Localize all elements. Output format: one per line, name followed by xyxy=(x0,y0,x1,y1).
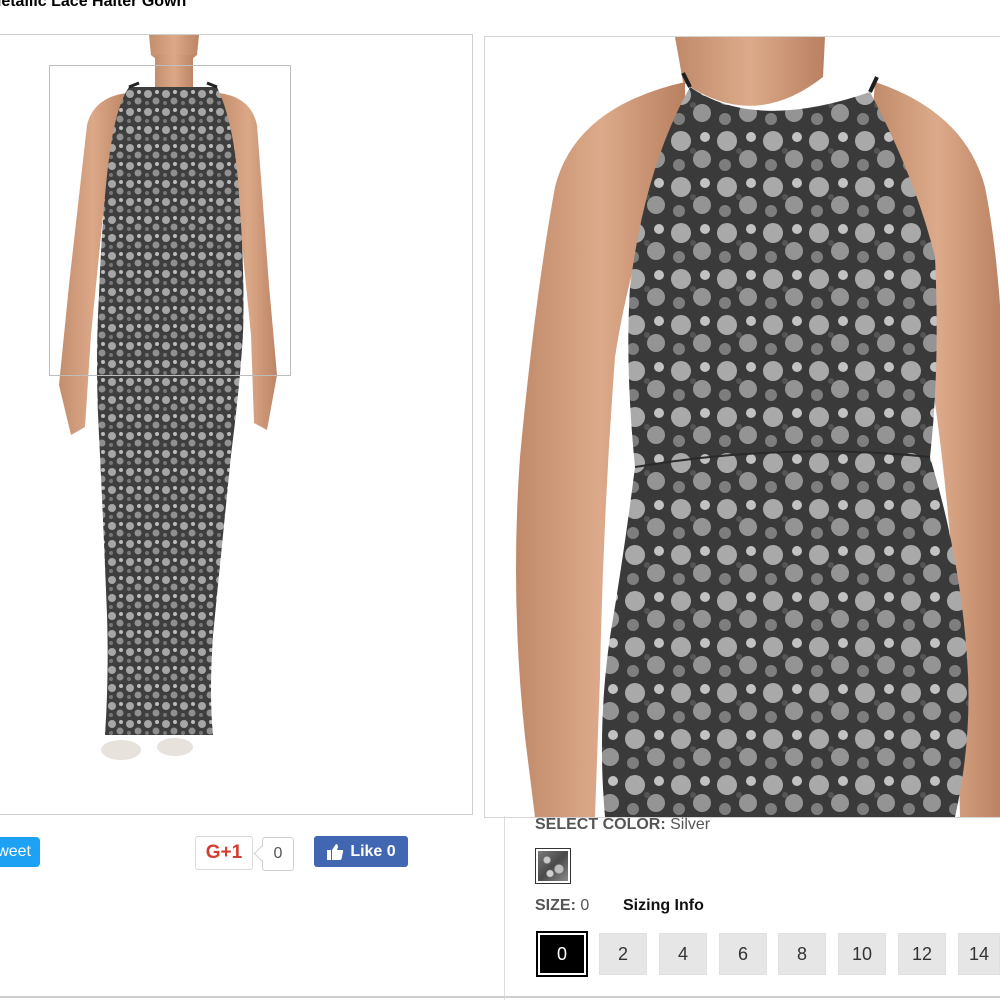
color-swatch-silver[interactable] xyxy=(535,848,571,884)
main-product-image[interactable] xyxy=(0,34,473,815)
size-label: SIZE: 0 xyxy=(535,897,589,915)
product-title: Metallic Lace Halter Gown xyxy=(0,0,187,10)
size-option-4[interactable]: 4 xyxy=(657,931,709,977)
selected-color-value: Silver xyxy=(670,816,711,833)
google-plus-count: 0 xyxy=(262,837,294,871)
thumbs-up-icon xyxy=(326,843,344,861)
tweet-button[interactable]: Tweet xyxy=(0,837,40,867)
size-option-2[interactable]: 2 xyxy=(597,931,649,977)
swatch-image xyxy=(538,851,568,881)
sizing-info-link[interactable]: Sizing Info xyxy=(623,897,704,915)
size-option-10[interactable]: 10 xyxy=(836,931,888,977)
size-label-text: SIZE: xyxy=(535,897,576,914)
google-plus-button[interactable]: G+1 xyxy=(195,836,253,870)
zoom-lens[interactable] xyxy=(49,65,291,376)
size-option-8[interactable]: 8 xyxy=(776,931,828,977)
size-option-0[interactable]: 0 xyxy=(536,931,588,977)
size-option-12[interactable]: 12 xyxy=(896,931,948,977)
select-color-label: SELECT COLOR: Silver xyxy=(535,816,710,834)
model-zoomed-image xyxy=(516,37,1000,817)
bottom-divider xyxy=(0,996,1000,998)
size-option-6[interactable]: 6 xyxy=(717,931,769,977)
facebook-like-button[interactable]: Like 0 xyxy=(314,836,408,867)
zoomed-product-view xyxy=(484,36,1000,818)
color-label-text: SELECT COLOR: xyxy=(535,816,666,833)
size-option-14[interactable]: 14 xyxy=(956,931,1000,977)
selected-size-value: 0 xyxy=(580,897,590,914)
facebook-like-label: Like 0 xyxy=(350,842,396,860)
section-divider xyxy=(504,816,505,1000)
